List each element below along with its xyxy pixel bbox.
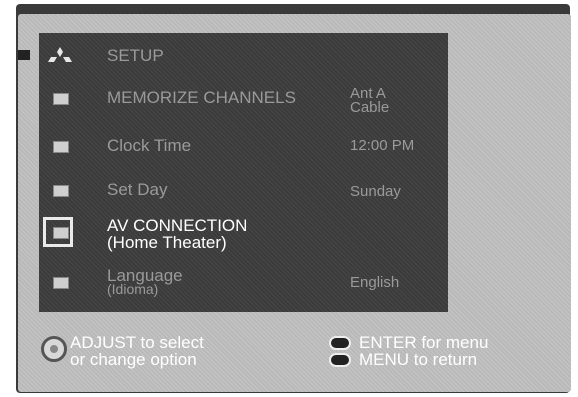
channels-icon — [53, 93, 69, 105]
menu-item-label-line2: (Home Theater) — [107, 233, 227, 252]
menu-item-value: Sunday — [350, 183, 401, 200]
menu-item-av-connection[interactable]: AV CONNECTION (Home Theater) — [39, 215, 448, 251]
menu-item-label: AV CONNECTION — [107, 216, 248, 235]
menu-item-label-line2: (Idioma) — [107, 281, 159, 297]
clock-icon — [53, 141, 69, 153]
language-icon — [53, 277, 69, 289]
calendar-icon — [53, 185, 69, 197]
enter-help: ENTER for menu — [359, 333, 489, 352]
adjust-help-line2: or change option — [70, 350, 197, 369]
menu-item-value: 12:00 PM — [350, 137, 415, 154]
corner-mark — [18, 50, 30, 60]
menu-item-value: English — [350, 274, 400, 291]
menu-item-memorize-channels[interactable]: MEMORIZE CHANNELS Ant A Cable — [39, 81, 448, 117]
menu-item-label: Set Day — [107, 180, 168, 199]
menu-item-label: Clock Time — [107, 136, 192, 155]
menu-item-value-line2: Cable — [350, 99, 390, 116]
enter-button-icon — [329, 336, 351, 350]
menu-item-language[interactable]: Language (Idioma) English — [39, 265, 448, 301]
menu-item-clock-time[interactable]: Clock Time 12:00 PM — [39, 129, 448, 165]
adjust-help-line1: ADJUST to select — [70, 333, 204, 352]
adjust-dpad-icon — [41, 336, 67, 362]
menu-item-set-day[interactable]: Set Day Sunday — [39, 173, 448, 209]
menu-item-label: MEMORIZE CHANNELS — [107, 88, 296, 107]
menu-title-row: SETUP — [39, 37, 448, 73]
menu-title: SETUP — [107, 46, 164, 65]
menu-help: MENU to return — [359, 350, 478, 369]
mitsubishi-logo-icon — [48, 47, 72, 62]
av-connection-icon — [53, 227, 69, 239]
help-footer: ADJUST to select or change option ENTER … — [39, 330, 529, 380]
setup-menu-panel: SETUP MEMORIZE CHANNELS Ant A Cable Cloc… — [39, 33, 448, 312]
menu-button-icon — [329, 353, 351, 367]
